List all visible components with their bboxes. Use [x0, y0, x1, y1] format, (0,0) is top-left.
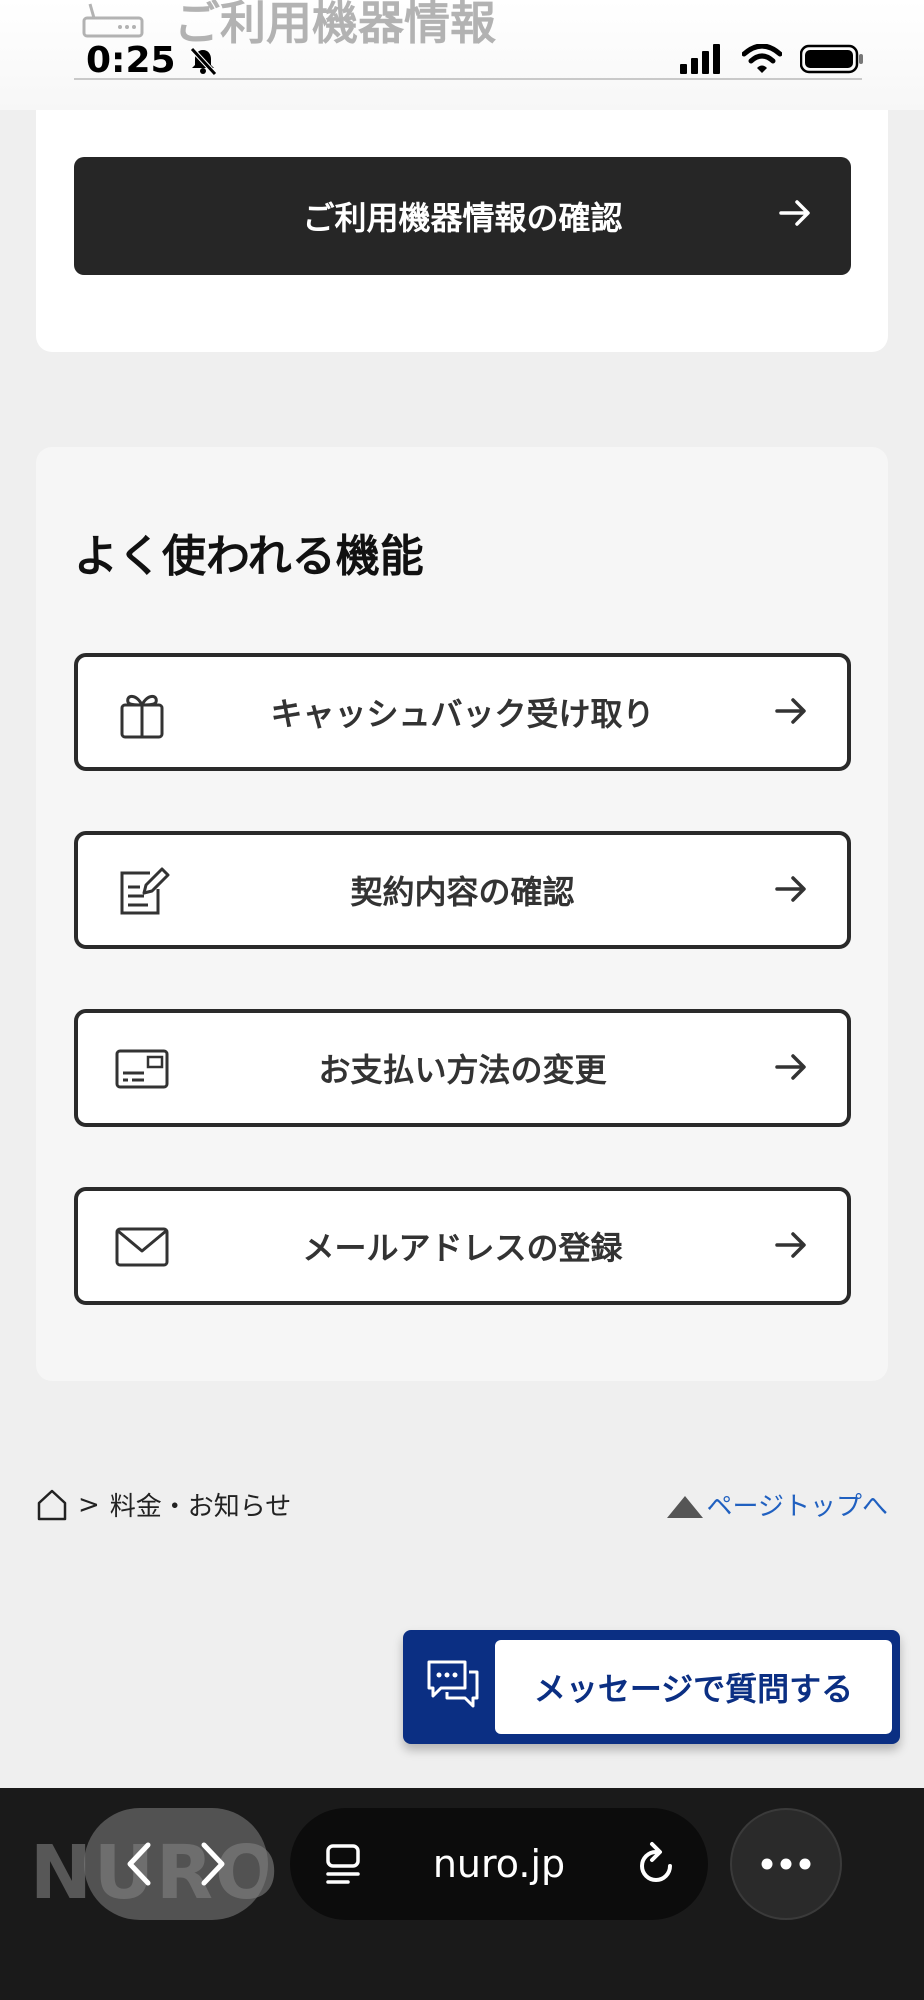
- mail-icon: [115, 1227, 169, 1267]
- faded-title-text: ご利用機器情報: [174, 0, 496, 50]
- arrow-right-icon: [779, 200, 810, 226]
- arrow-right-icon: [775, 698, 806, 724]
- arrow-right-icon: [775, 1232, 806, 1258]
- message-button-label: メッセージで質問する: [533, 1670, 854, 1708]
- cashback-button[interactable]: キャッシュバック受け取り: [74, 653, 851, 771]
- breadcrumb: > 料金・お知らせ: [36, 1486, 291, 1523]
- cashback-label: キャッシュバック受け取り: [270, 695, 655, 733]
- arrow-right-icon: [775, 1054, 806, 1080]
- breadcrumb-separator: >: [78, 1489, 100, 1520]
- router-icon: [82, 3, 144, 38]
- status-icons: [680, 44, 864, 74]
- device-info-button-label: ご利用機器情報の確認: [302, 199, 623, 237]
- battery-icon: [800, 44, 863, 74]
- page-top-link[interactable]: ページトップへ: [666, 1486, 888, 1523]
- reload-icon[interactable]: [634, 1840, 678, 1888]
- features-heading: よく使われる機能: [74, 531, 424, 582]
- credit-card-icon: [115, 1049, 169, 1089]
- wifi-icon: [742, 44, 782, 73]
- address-bar[interactable]: nuro.jp: [290, 1808, 708, 1920]
- contract-edit-icon: [120, 867, 170, 915]
- url-text: nuro.jp: [432, 1842, 566, 1886]
- forward-chevron-icon[interactable]: [192, 1839, 232, 1889]
- payment-method-label: お支払い方法の変更: [318, 1051, 607, 1089]
- chat-bubble-icon: [427, 1660, 479, 1708]
- message-question-button[interactable]: メッセージで質問する: [403, 1630, 900, 1744]
- time-text: 0:25: [86, 40, 176, 81]
- triangle-up-icon: [666, 1495, 703, 1518]
- email-register-button[interactable]: メールアドレスの登録: [74, 1187, 851, 1305]
- page-top-label: ページトップへ: [706, 1492, 888, 1522]
- contract-details-button[interactable]: 契約内容の確認: [74, 831, 851, 949]
- device-info-confirm-button[interactable]: ご利用機器情報の確認: [74, 157, 851, 275]
- tabs-icon[interactable]: [324, 1842, 364, 1886]
- ellipsis-icon: [761, 1858, 811, 1870]
- gift-icon: [120, 694, 164, 739]
- status-time: 0:25: [86, 40, 218, 81]
- signal-icon: [680, 44, 720, 74]
- breadcrumb-current: 料金・お知らせ: [109, 1492, 292, 1522]
- more-options-button[interactable]: [730, 1808, 842, 1920]
- contract-details-label: 契約内容の確認: [350, 873, 575, 911]
- message-button-label-box: メッセージで質問する: [495, 1640, 892, 1734]
- email-register-label: メールアドレスの登録: [302, 1229, 623, 1267]
- bell-slash-icon: [189, 46, 217, 76]
- home-icon[interactable]: [36, 1488, 68, 1522]
- history-nav-pill: [84, 1808, 268, 1920]
- arrow-right-icon: [775, 876, 806, 902]
- back-chevron-icon[interactable]: [120, 1839, 160, 1889]
- payment-method-button[interactable]: お支払い方法の変更: [74, 1009, 851, 1127]
